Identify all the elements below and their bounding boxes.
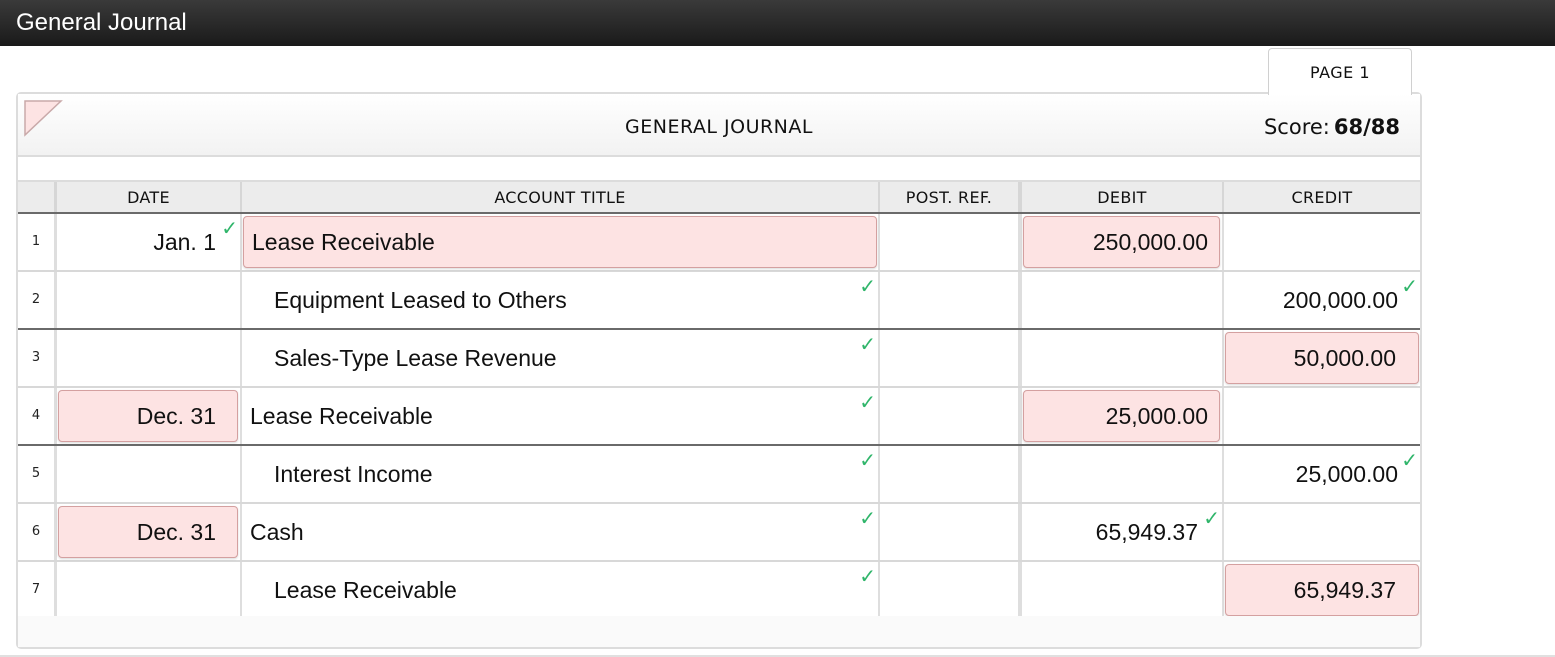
post-ref-cell[interactable] xyxy=(878,272,1018,328)
credit-cell[interactable] xyxy=(1222,504,1420,560)
checkmark-icon: ✓ xyxy=(859,506,876,530)
tab-page-1[interactable]: PAGE 1 xyxy=(1268,48,1412,95)
column-header-line xyxy=(18,182,54,212)
score-label: Score: xyxy=(1263,115,1330,139)
credit-cell[interactable]: 200,000.00 ✓ xyxy=(1222,272,1420,328)
credit-value: 200,000.00 xyxy=(1282,287,1398,313)
line-number: 5 xyxy=(31,466,41,481)
credit-value: 50,000.00 xyxy=(1293,345,1396,371)
journal-title: GENERAL JOURNAL xyxy=(625,116,813,138)
account-cell[interactable]: Lease Receivable ✓ xyxy=(240,388,878,444)
journal-panel: GENERAL JOURNAL Score: 68/88 DATE ACCOUNT… xyxy=(16,92,1422,649)
journal-footer xyxy=(18,616,1420,647)
date-cell[interactable] xyxy=(54,330,240,386)
window-titlebar: General Journal xyxy=(0,0,1555,46)
credit-value: 25,000.00 xyxy=(1295,461,1398,487)
debit-value: 250,000.00 xyxy=(1092,229,1208,255)
date-cell[interactable] xyxy=(54,272,240,328)
checkmark-icon: ✓ xyxy=(859,390,876,414)
journal-row: 3 Sales-Type Lease Revenue ✓ 50,000.00 xyxy=(18,330,1420,388)
account-cell[interactable]: Cash ✓ xyxy=(240,504,878,560)
checkmark-icon: ✓ xyxy=(1203,506,1220,530)
column-header-row: DATE ACCOUNT TITLE POST. REF. DEBIT CRED… xyxy=(18,180,1420,214)
debit-cell[interactable] xyxy=(1018,272,1222,328)
debit-cell[interactable] xyxy=(1018,562,1222,618)
column-header-debit: DEBIT xyxy=(1018,182,1222,212)
account-cell[interactable]: Lease Receivable xyxy=(240,214,878,270)
debit-value: 25,000.00 xyxy=(1105,403,1208,429)
score-value: 68/88 xyxy=(1333,115,1400,139)
journal-header: GENERAL JOURNAL Score: 68/88 xyxy=(18,94,1420,157)
account-value: Cash xyxy=(250,519,304,545)
debit-cell[interactable] xyxy=(1018,446,1222,502)
column-header-post-ref: POST. REF. xyxy=(878,182,1018,212)
window-title: General Journal xyxy=(16,9,187,36)
post-ref-cell[interactable] xyxy=(878,214,1018,270)
checkmark-icon: ✓ xyxy=(859,332,876,356)
line-number: 2 xyxy=(31,292,41,307)
checkmark-icon: ✓ xyxy=(1401,448,1418,472)
date-cell[interactable] xyxy=(54,562,240,618)
account-cell[interactable]: Sales-Type Lease Revenue ✓ xyxy=(240,330,878,386)
line-number: 4 xyxy=(31,408,41,423)
account-value: Sales-Type Lease Revenue xyxy=(274,345,557,371)
account-value: Equipment Leased to Others xyxy=(274,287,567,313)
account-value: Lease Receivable xyxy=(274,577,457,603)
post-ref-cell[interactable] xyxy=(878,446,1018,502)
date-cell[interactable]: Dec. 31 xyxy=(54,504,240,560)
credit-cell[interactable]: 50,000.00 xyxy=(1222,330,1420,386)
line-number: 3 xyxy=(31,350,41,365)
line-number: 1 xyxy=(31,234,41,249)
checkmark-icon: ✓ xyxy=(859,564,876,588)
post-ref-cell[interactable] xyxy=(878,330,1018,386)
checkmark-icon: ✓ xyxy=(859,274,876,298)
credit-cell[interactable]: 25,000.00 ✓ xyxy=(1222,446,1420,502)
credit-cell[interactable]: 65,949.37 xyxy=(1222,562,1420,618)
date-cell[interactable]: Dec. 31 xyxy=(54,388,240,444)
debit-value: 65,949.37 xyxy=(1095,519,1198,545)
journal-row: 4 Dec. 31 Lease Receivable ✓ 25,000.00 xyxy=(18,388,1420,446)
account-cell[interactable]: Interest Income ✓ xyxy=(240,446,878,502)
debit-cell[interactable]: 250,000.00 xyxy=(1018,214,1222,270)
account-value: Lease Receivable xyxy=(250,403,433,429)
debit-cell[interactable]: 25,000.00 xyxy=(1018,388,1222,444)
journal-row: 5 Interest Income ✓ 25,000.00 ✓ xyxy=(18,446,1420,504)
credit-value: 65,949.37 xyxy=(1293,577,1396,603)
date-value: Jan. 1 xyxy=(153,229,216,255)
journal-row: 1 Jan. 1 ✓ Lease Receivable 250,000.00 xyxy=(18,214,1420,272)
column-header-date: DATE xyxy=(54,182,240,212)
journal-row: 6 Dec. 31 Cash ✓ 65,949.37 ✓ xyxy=(18,504,1420,562)
column-header-account-title: ACCOUNT TITLE xyxy=(240,182,878,212)
checkmark-icon: ✓ xyxy=(221,216,238,240)
post-ref-cell[interactable] xyxy=(878,504,1018,560)
credit-cell[interactable] xyxy=(1222,214,1420,270)
checkmark-icon: ✓ xyxy=(859,448,876,472)
debit-cell[interactable] xyxy=(1018,330,1222,386)
score-display: Score: 68/88 xyxy=(1264,115,1400,139)
column-header-credit: CREDIT xyxy=(1222,182,1420,212)
account-cell[interactable]: Lease Receivable ✓ xyxy=(240,562,878,618)
journal-row: 7 Lease Receivable ✓ 65,949.37 xyxy=(18,562,1420,620)
date-cell[interactable] xyxy=(54,446,240,502)
account-value: Lease Receivable xyxy=(252,229,435,255)
credit-cell[interactable] xyxy=(1222,388,1420,444)
debit-cell[interactable]: 65,949.37 ✓ xyxy=(1018,504,1222,560)
journal-row: 2 Equipment Leased to Others ✓ 200,000.0… xyxy=(18,272,1420,330)
date-cell[interactable]: Jan. 1 ✓ xyxy=(54,214,240,270)
line-number: 6 xyxy=(31,524,41,539)
date-value: Dec. 31 xyxy=(136,403,216,429)
account-cell[interactable]: Equipment Leased to Others ✓ xyxy=(240,272,878,328)
account-value: Interest Income xyxy=(274,461,433,487)
post-ref-cell[interactable] xyxy=(878,388,1018,444)
checkmark-icon: ✓ xyxy=(1401,274,1418,298)
line-number: 7 xyxy=(31,582,41,597)
date-value: Dec. 31 xyxy=(136,519,216,545)
post-ref-cell[interactable] xyxy=(878,562,1018,618)
